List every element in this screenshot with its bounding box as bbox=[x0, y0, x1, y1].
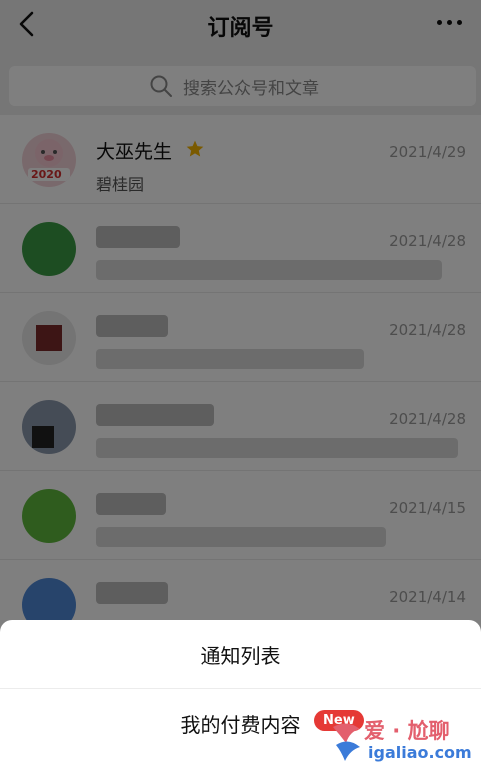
watermark-icon bbox=[333, 723, 360, 761]
paid-content-label: 我的付费内容 bbox=[180, 712, 301, 737]
watermark-logo: 爱 · 尬聊 igaliao.com bbox=[330, 705, 480, 775]
watermark-url: igaliao.com bbox=[368, 743, 472, 762]
watermark-text: 爱 · 尬聊 bbox=[364, 719, 450, 743]
notification-list-button[interactable]: 通知列表 bbox=[0, 620, 481, 689]
